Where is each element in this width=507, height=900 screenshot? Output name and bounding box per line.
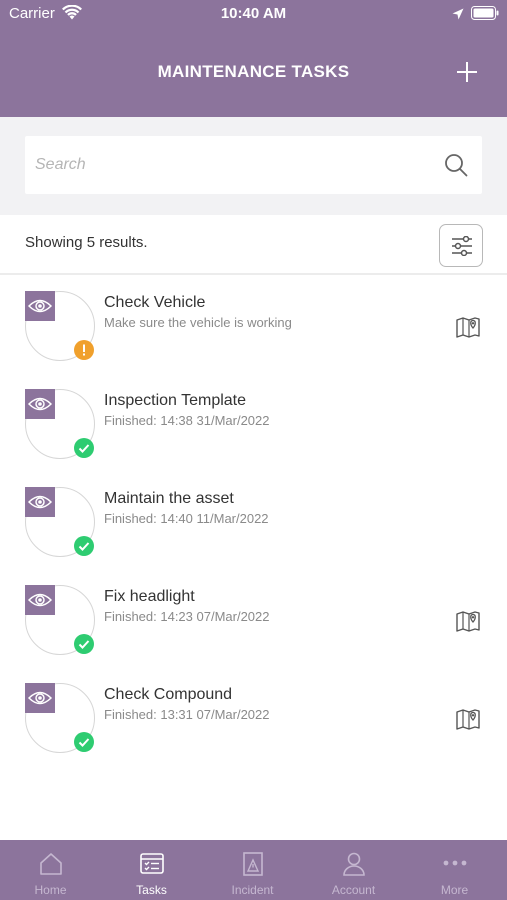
check-icon <box>74 732 94 752</box>
tab-incident[interactable]: Incident <box>202 840 303 900</box>
plus-icon <box>457 62 477 82</box>
home-icon <box>40 853 62 875</box>
eye-icon <box>28 495 52 509</box>
account-icon <box>343 852 365 876</box>
add-task-button[interactable] <box>454 59 480 85</box>
map-icon[interactable] <box>456 708 480 730</box>
eye-icon-badge <box>25 291 55 321</box>
tasks-icon <box>140 853 164 874</box>
eye-icon <box>28 299 52 313</box>
task-subtitle: Finished: 14:40 11/Mar/2022 <box>104 511 269 526</box>
tab-label: Tasks <box>136 883 167 897</box>
task-title: Inspection Template <box>104 392 247 409</box>
task-subtitle: Finished: 13:31 07/Mar/2022 <box>104 707 270 722</box>
results-count: Showing 5 results. <box>25 234 148 251</box>
task-item[interactable]: Maintain the asset Finished: 14:40 11/Mar… <box>0 473 507 571</box>
incident-icon <box>243 852 263 876</box>
search-input[interactable] <box>35 136 435 194</box>
search-area <box>0 117 507 215</box>
map-icon[interactable] <box>456 610 480 632</box>
eye-icon <box>28 691 52 705</box>
filter-button[interactable] <box>439 224 483 267</box>
task-subtitle: Finished: 14:23 07/Mar/2022 <box>104 609 270 624</box>
page-title: MAINTENANCE TASKS <box>157 62 350 81</box>
search-icon[interactable] <box>444 153 468 177</box>
task-title: Check Vehicle <box>104 294 206 311</box>
battery-icon <box>471 6 499 20</box>
task-item[interactable]: Check Vehicle Make sure the vehicle is wo… <box>0 277 507 375</box>
eye-icon <box>28 397 52 411</box>
tab-label: Incident <box>231 883 274 897</box>
task-item[interactable]: Fix headlight Finished: 14:23 07/Mar/2022 <box>0 571 507 669</box>
tab-more[interactable]: More <box>404 840 505 900</box>
app-header: Carrier 10:40 AM MAINTENANCE TASKS <box>0 0 507 117</box>
eye-icon-badge <box>25 585 55 615</box>
search-box <box>25 136 482 194</box>
eye-icon-badge <box>25 389 55 419</box>
task-title: Fix headlight <box>104 588 195 605</box>
task-item[interactable]: Check Compound Finished: 13:31 07/Mar/202… <box>0 669 507 767</box>
eye-icon-badge <box>25 487 55 517</box>
map-icon[interactable] <box>456 316 480 338</box>
eye-icon-badge <box>25 683 55 713</box>
tab-account[interactable]: Account <box>303 840 404 900</box>
task-title: Maintain the asset <box>104 490 234 507</box>
task-title: Check Compound <box>104 686 233 703</box>
results-bar: Showing 5 results. <box>0 215 507 275</box>
tab-label: More <box>440 883 469 897</box>
tab-home[interactable]: Home <box>0 840 101 900</box>
check-icon <box>74 438 94 458</box>
location-arrow-icon <box>452 7 464 20</box>
more-icon <box>443 860 467 866</box>
task-subtitle: Finished: 14:38 31/Mar/2022 <box>104 413 270 428</box>
status-bar: Carrier 10:40 AM <box>0 0 507 30</box>
warning-icon <box>74 340 94 360</box>
tab-tasks[interactable]: Tasks <box>101 840 202 900</box>
tab-label: Account <box>331 883 376 897</box>
sliders-icon <box>452 236 472 256</box>
eye-icon <box>28 593 52 607</box>
clock: 10:40 AM <box>220 5 287 22</box>
task-item[interactable]: Inspection Template Finished: 14:38 31/Ma… <box>0 375 507 473</box>
tab-bar: Home Tasks Incident Account More <box>0 840 507 900</box>
check-icon <box>74 536 94 556</box>
check-icon <box>74 634 94 654</box>
task-subtitle: Make sure the vehicle is working <box>104 315 292 330</box>
tab-label: Home <box>34 883 67 897</box>
